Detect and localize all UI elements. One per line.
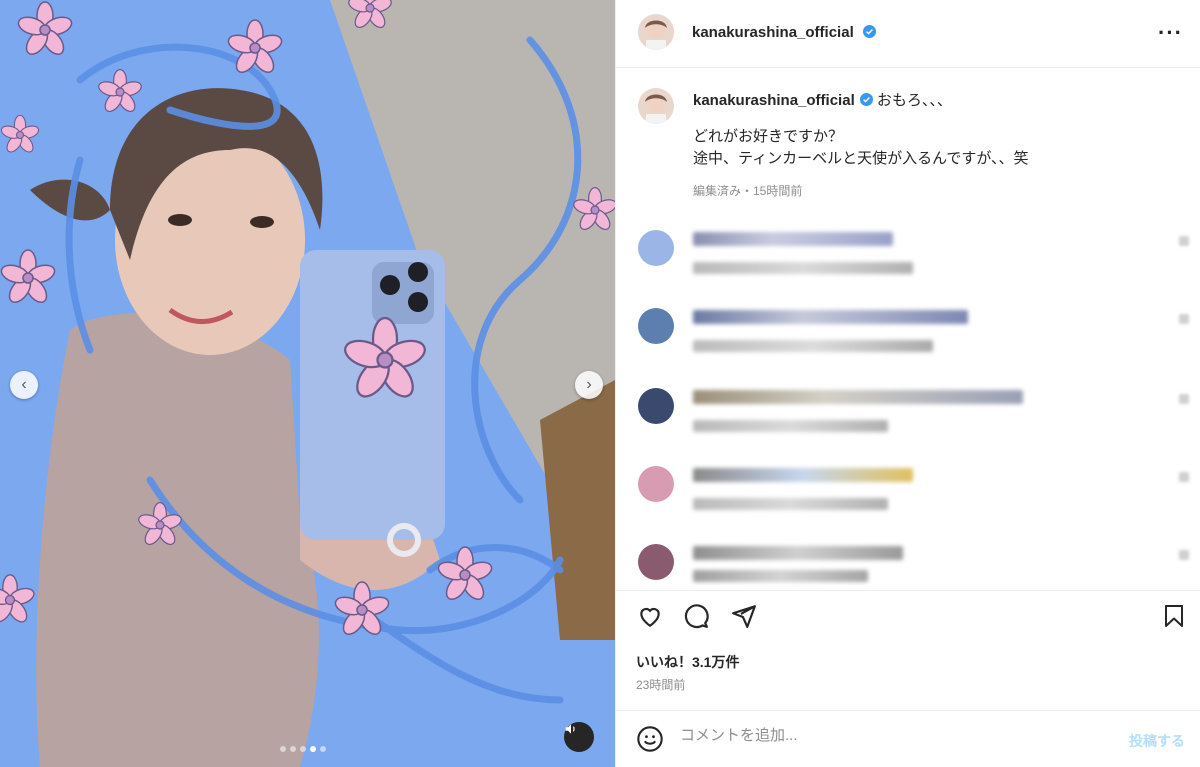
chevron-left-icon: ‹ [21, 376, 27, 393]
comment-like-icon[interactable] [1179, 394, 1189, 404]
comment-text [693, 310, 968, 324]
more-options-button[interactable]: ··· [1158, 20, 1183, 46]
carousel-dots [280, 746, 326, 752]
comment-like-icon[interactable] [1179, 550, 1189, 560]
post-media[interactable]: ‹ › [0, 0, 615, 767]
username-text: kanakurashina_official [692, 24, 854, 41]
speaker-icon [565, 724, 575, 734]
post-header: kanakurashina_official ··· [616, 0, 1200, 68]
likes-count[interactable]: いいね！3.1万件 [636, 652, 739, 672]
caption-line: どれがお好きですか？ [693, 128, 844, 145]
comment-text [693, 232, 893, 246]
post-photo [0, 0, 615, 767]
comment-item [616, 230, 1200, 290]
comment-like-icon[interactable] [1179, 314, 1189, 324]
comment-text [693, 468, 913, 482]
comment-text [693, 570, 868, 582]
caption-line: おもろ、、、 [876, 92, 952, 109]
carousel-dot [300, 746, 306, 752]
carousel-dot-active [310, 746, 316, 752]
post-caption: kanakurashina_official おもろ、、、 どれがお好きですか？… [693, 90, 1183, 170]
commenter-avatar[interactable] [638, 544, 674, 580]
emoji-icon [637, 726, 663, 752]
username-link[interactable]: kanakurashina_official [692, 24, 876, 41]
commenter-avatar[interactable] [638, 230, 674, 266]
caption-avatar[interactable] [638, 88, 674, 124]
comment-text [693, 390, 1023, 404]
post-panel: kanakurashina_official ··· kanakurashina… [615, 0, 1200, 767]
comment-item [616, 308, 1200, 368]
comment-button[interactable] [682, 603, 710, 634]
comment-icon [684, 604, 709, 629]
comment-item [616, 466, 1200, 526]
commenter-avatar[interactable] [638, 466, 674, 502]
carousel-dot [280, 746, 286, 752]
post-timestamp[interactable]: 23時間前 [636, 676, 685, 693]
comment-like-icon[interactable] [1179, 472, 1189, 482]
save-button[interactable] [1162, 603, 1186, 634]
caption-username[interactable]: kanakurashina_official [693, 92, 855, 109]
post-actions [616, 590, 1200, 640]
carousel-dot [290, 746, 296, 752]
comment-meta [693, 420, 888, 432]
caption-line: 途中、ティンカーベルと天使が入るんですが、、笑 [693, 150, 1029, 167]
chevron-right-icon: › [586, 376, 592, 393]
verified-badge-icon [859, 93, 873, 106]
audio-toggle-button[interactable] [564, 722, 594, 752]
more-icon: ··· [1158, 20, 1183, 45]
send-icon [732, 605, 756, 628]
bookmark-icon [1165, 605, 1183, 627]
comment-meta [693, 340, 933, 352]
comment-like-icon[interactable] [1179, 236, 1189, 246]
comment-item [616, 388, 1200, 448]
carousel-next-button[interactable]: › [575, 371, 603, 399]
heart-icon [640, 607, 660, 628]
verified-badge-icon [862, 25, 876, 38]
comment-input[interactable] [680, 727, 1080, 744]
edited-timestamp: 編集済み・15時間前 [693, 184, 803, 198]
carousel-dot [320, 746, 326, 752]
comment-meta [693, 498, 888, 510]
carousel-prev-button[interactable]: ‹ [10, 371, 38, 399]
share-button[interactable] [730, 603, 758, 634]
add-comment-bar: 投稿する [616, 710, 1200, 767]
comment-meta [693, 262, 913, 274]
comment-text [693, 546, 903, 560]
avatar[interactable] [638, 14, 674, 50]
like-button[interactable] [636, 603, 664, 634]
post-comment-button[interactable]: 投稿する [1129, 731, 1185, 751]
commenter-avatar[interactable] [638, 308, 674, 344]
commenter-avatar[interactable] [638, 388, 674, 424]
emoji-button[interactable] [636, 725, 664, 758]
